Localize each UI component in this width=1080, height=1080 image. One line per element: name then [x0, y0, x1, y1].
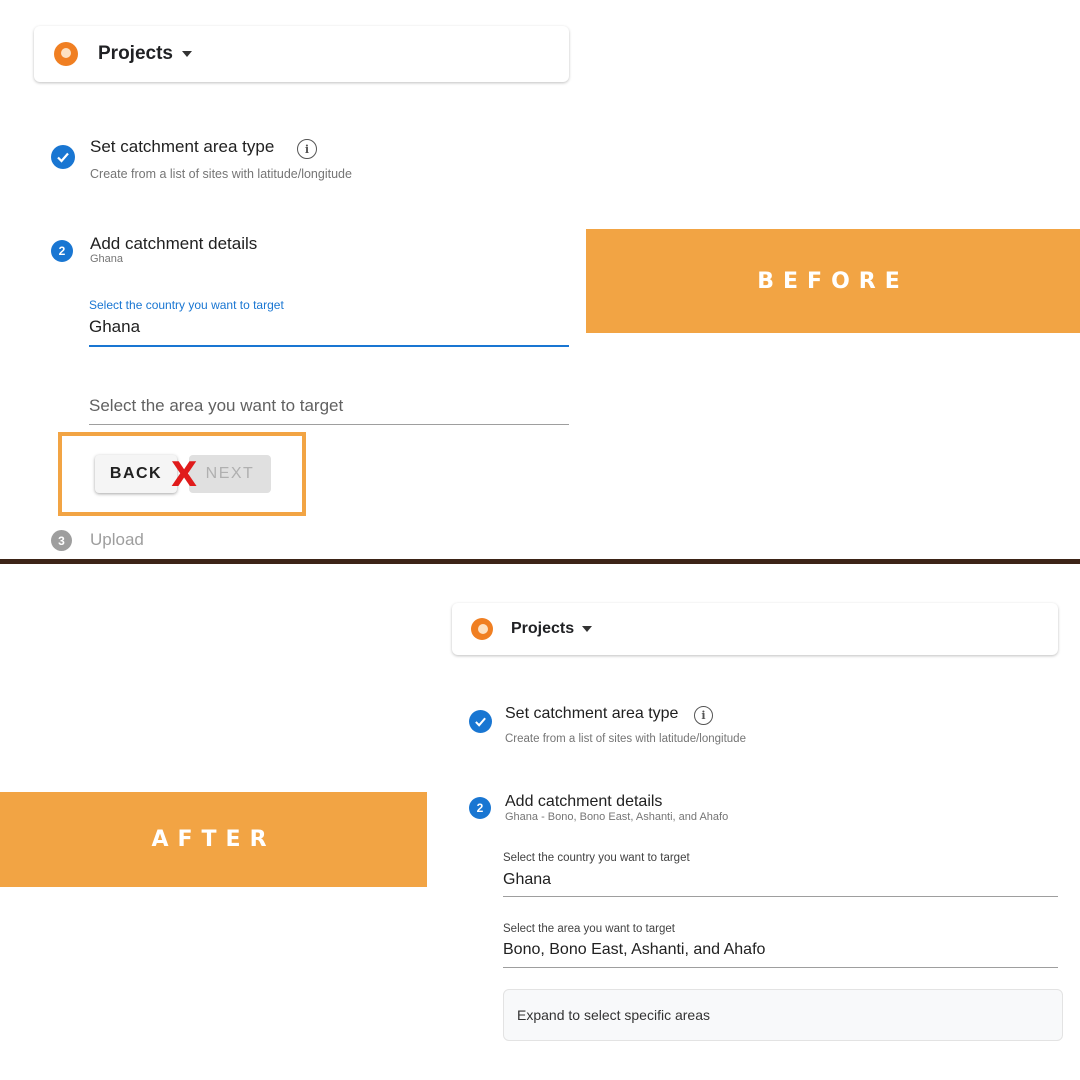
logo-icon	[54, 42, 78, 66]
step1-check-icon	[469, 710, 492, 733]
area-field-underline	[89, 424, 569, 425]
step2-subtitle: Ghana	[90, 253, 124, 265]
error-x-mark: X	[171, 455, 198, 495]
expand-areas-label: Expand to select specific areas	[517, 1007, 710, 1023]
area-field-placeholder[interactable]: Select the area you want to target	[89, 396, 343, 416]
logo-icon	[471, 618, 493, 640]
step1-subtitle: Create from a list of sites with latitud…	[90, 167, 352, 181]
step3-number-icon: 3	[51, 530, 72, 551]
step1-title: Set catchment area type	[505, 705, 679, 722]
area-field-underline	[503, 967, 1058, 968]
country-field-underline	[89, 345, 569, 347]
top-bar: Projects	[452, 603, 1058, 655]
area-field-label: Select the area you want to target	[503, 923, 675, 935]
step1-title: Set catchment area type	[90, 137, 275, 156]
info-icon[interactable]: i	[297, 139, 317, 159]
projects-menu-label[interactable]: Projects	[511, 620, 574, 638]
caret-down-icon[interactable]	[181, 51, 192, 57]
country-field-label: Select the country you want to target	[503, 852, 690, 864]
projects-menu-label[interactable]: Projects	[98, 43, 173, 65]
info-icon[interactable]: i	[694, 706, 713, 725]
expand-areas-panel[interactable]: Expand to select specific areas	[503, 989, 1063, 1041]
back-button[interactable]: BACK	[95, 455, 177, 493]
step2-title: Add catchment details	[90, 234, 258, 253]
step2-title: Add catchment details	[505, 793, 663, 810]
step1-check-icon	[51, 145, 75, 169]
before-banner: BEFORE	[586, 229, 1080, 333]
area-field-value[interactable]: Bono, Bono East, Ashanti, and Ahafo	[503, 941, 765, 959]
next-button[interactable]: NEXT	[189, 455, 271, 493]
country-field-underline	[503, 896, 1058, 897]
after-banner: AFTER	[0, 792, 427, 887]
caret-down-icon[interactable]	[582, 626, 593, 632]
step2-number-icon: 2	[51, 240, 73, 262]
country-field-value[interactable]: Ghana	[89, 317, 140, 337]
country-field-value[interactable]: Ghana	[503, 871, 551, 889]
country-field-label: Select the country you want to target	[89, 298, 284, 312]
step2-subtitle: Ghana - Bono, Bono East, Ashanti, and Ah…	[505, 811, 729, 823]
step3-title: Upload	[90, 530, 144, 549]
top-bar: Projects	[34, 26, 569, 82]
section-divider	[0, 559, 1080, 564]
step2-number-icon: 2	[469, 797, 491, 819]
step1-subtitle: Create from a list of sites with latitud…	[505, 733, 746, 745]
